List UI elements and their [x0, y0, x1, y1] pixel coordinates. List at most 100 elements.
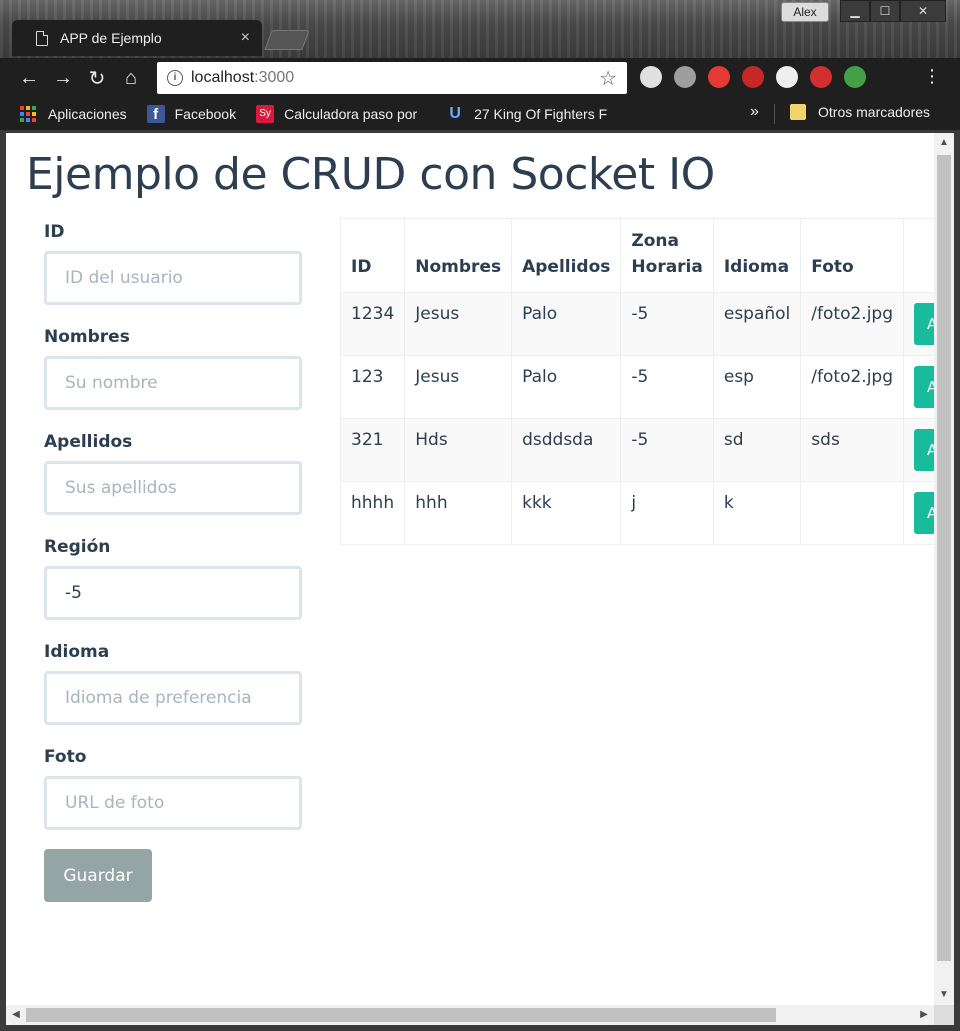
- window-controls: ▁ ☐ ✕: [840, 0, 946, 22]
- bookmark-label: 27 King Of Fighters F: [474, 106, 608, 122]
- address-bar[interactable]: i localhost:3000 ☆: [157, 62, 627, 94]
- scroll-up-icon[interactable]: ▲: [934, 133, 954, 153]
- profile-button[interactable]: Alex: [781, 2, 829, 22]
- header-apellidos: Apellidos: [511, 218, 622, 293]
- bookmarks-bar: Aplicaciones f Facebook Sy Calculadora p…: [0, 98, 960, 130]
- browser-menu-icon[interactable]: ⋮: [922, 66, 942, 87]
- apellidos-field-group: Apellidos: [44, 429, 304, 515]
- idioma-field-group: Idioma: [44, 639, 304, 725]
- header-nombres: Nombres: [404, 218, 513, 293]
- cell-foto: [800, 481, 905, 545]
- cell-foto: /foto2.jpg: [800, 355, 905, 419]
- cell-nombres: Jesus: [404, 292, 513, 356]
- browser-tab[interactable]: APP de Ejemplo ×: [12, 20, 262, 56]
- other-bookmarks-label: Otros marcadores: [818, 104, 931, 120]
- nombres-input[interactable]: [44, 356, 302, 410]
- table-header-row: ID Nombres Apellidos Zona Horaria Idioma…: [339, 218, 954, 293]
- cell-id: 321: [339, 418, 406, 482]
- close-window-button[interactable]: ✕: [900, 0, 946, 22]
- symbolab-icon: Sy: [256, 105, 275, 123]
- other-bookmarks-folder[interactable]: Otros marcadores: [790, 104, 930, 120]
- region-input[interactable]: [44, 566, 302, 620]
- cell-nombres: Jesus: [404, 355, 513, 419]
- foto-label: Foto: [44, 747, 87, 767]
- cell-id: 1234: [339, 292, 406, 356]
- url-port: :3000: [254, 69, 295, 86]
- nombres-field-group: Nombres: [44, 324, 304, 410]
- speedometer-extension-icon[interactable]: [640, 66, 662, 88]
- users-table: ID Nombres Apellidos Zona Horaria Idioma…: [339, 218, 954, 545]
- bookmark-calculadora[interactable]: Sy Calculadora paso por: [256, 105, 426, 123]
- bookmark-aplicaciones[interactable]: Aplicaciones: [20, 106, 127, 122]
- cell-id: 123: [339, 355, 406, 419]
- idioma-input[interactable]: [44, 671, 302, 725]
- horizontal-scroll-thumb[interactable]: [26, 1008, 776, 1022]
- minimize-button[interactable]: ▁: [840, 0, 870, 22]
- cell-zona: -5: [620, 292, 714, 356]
- header-foto: Foto: [800, 218, 905, 293]
- id-input[interactable]: [44, 251, 302, 305]
- table-row: 123 Jesus Palo -5 esp /foto2.jpg Actu: [339, 355, 954, 419]
- users-table-container: ID Nombres Apellidos Zona Horaria Idioma…: [339, 218, 954, 545]
- adblock-extension-icon[interactable]: [708, 66, 730, 88]
- foto-field-group: Foto: [44, 744, 304, 830]
- scrollbar-corner: [934, 1005, 954, 1025]
- mcafee-extension-icon[interactable]: [810, 66, 832, 88]
- page-viewport: Ejemplo de CRUD con Socket IO ID Nombres…: [6, 133, 954, 1005]
- foto-input[interactable]: [44, 776, 302, 830]
- tab-close-icon[interactable]: ×: [241, 29, 250, 47]
- red-extension-icon[interactable]: [742, 66, 764, 88]
- back-icon[interactable]: ←: [12, 61, 46, 95]
- header-idioma: Idioma: [712, 218, 802, 293]
- bookmark-facebook[interactable]: f Facebook: [146, 105, 237, 123]
- tab-title: APP de Ejemplo: [60, 30, 162, 46]
- kof-icon: U: [449, 105, 461, 122]
- region-field-group: Región: [44, 534, 304, 620]
- cell-zona: j: [620, 481, 714, 545]
- id-field-group: ID: [44, 219, 304, 305]
- cell-foto: sds: [800, 418, 905, 482]
- cell-apellidos: kkk: [511, 481, 622, 545]
- scroll-right-icon[interactable]: ▶: [914, 1005, 934, 1025]
- idioma-label: Idioma: [44, 642, 110, 662]
- save-button[interactable]: Guardar: [44, 849, 152, 902]
- bookmark-label: Aplicaciones: [48, 106, 127, 122]
- browser-toolbar: ← → ↻ ⌂ i localhost:3000 ☆ ⋮: [0, 58, 960, 98]
- bookmarks-divider: [774, 104, 775, 124]
- bookmark-label: Facebook: [174, 106, 237, 122]
- reload-icon[interactable]: ↻: [80, 61, 114, 95]
- cell-nombres: hhh: [404, 481, 513, 545]
- drive-extension-icon[interactable]: [674, 66, 696, 88]
- globe-extension-icon[interactable]: [844, 66, 866, 88]
- bookmark-kof[interactable]: U 27 King Of Fighters F: [446, 105, 616, 123]
- maximize-button[interactable]: ☐: [870, 0, 900, 22]
- window-titlebar: APP de Ejemplo × Alex ▁ ☐ ✕: [0, 0, 960, 58]
- extensions-area: [640, 66, 866, 88]
- id-label: ID: [44, 222, 65, 242]
- scroll-down-icon[interactable]: ▼: [934, 985, 954, 1005]
- bookmark-star-icon[interactable]: ☆: [599, 66, 617, 91]
- forward-icon[interactable]: →: [46, 61, 80, 95]
- cell-apellidos: Palo: [511, 355, 622, 419]
- site-info-icon[interactable]: i: [167, 70, 183, 86]
- apellidos-label: Apellidos: [44, 432, 133, 452]
- horizontal-scrollbar[interactable]: ◀ ▶: [6, 1005, 934, 1025]
- scroll-left-icon[interactable]: ◀: [6, 1005, 26, 1025]
- table-row: 1234 Jesus Palo -5 español /foto2.jpg Ac…: [339, 292, 954, 356]
- bookmark-label: Calculadora paso por: [284, 106, 418, 122]
- document-icon: [36, 30, 48, 46]
- table-row: hhhh hhh kkk j k Actu: [339, 481, 954, 545]
- more-bookmarks-icon[interactable]: »: [750, 103, 759, 121]
- cell-apellidos: dsddsda: [511, 418, 622, 482]
- apellidos-input[interactable]: [44, 461, 302, 515]
- cube-extension-icon[interactable]: [776, 66, 798, 88]
- cell-nombres: Hds: [404, 418, 513, 482]
- vertical-scroll-thumb[interactable]: [937, 155, 951, 961]
- cell-zona: -5: [620, 355, 714, 419]
- cell-idioma: español: [712, 292, 802, 356]
- home-icon[interactable]: ⌂: [114, 61, 148, 95]
- vertical-scrollbar[interactable]: ▲ ▼: [934, 133, 954, 1005]
- header-id: ID: [339, 218, 406, 293]
- nombres-label: Nombres: [44, 327, 130, 347]
- new-tab-button[interactable]: [264, 30, 310, 50]
